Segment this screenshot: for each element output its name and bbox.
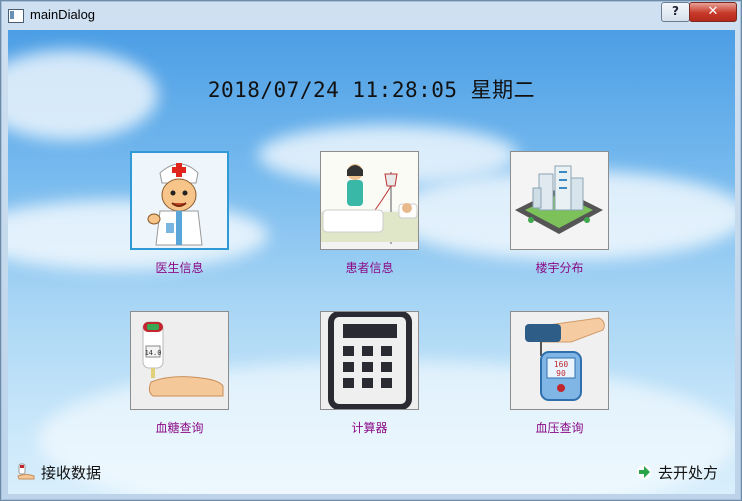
- calculator-icon: [321, 312, 418, 409]
- doctor-info-tile[interactable]: 医生信息: [130, 151, 229, 275]
- doctor-info-label: 医生信息: [155, 261, 204, 275]
- building-distribution-tile[interactable]: 楼宇分布: [510, 151, 609, 275]
- prescribe-label: 去开处方: [658, 464, 719, 482]
- building-distribution-button[interactable]: [510, 151, 609, 250]
- patient-info-tile[interactable]: 患者信息: [320, 151, 419, 275]
- glucose-reading: 14.0: [145, 349, 162, 357]
- blood-glucose-label: 血糖查询: [155, 421, 204, 435]
- main-dialog-window: mainDialog ? ✕ 2018/07/24 11:28:05 星期二 医…: [0, 0, 742, 501]
- doctor-info-button[interactable]: [130, 151, 229, 250]
- blood-pressure-label: 血压查询: [535, 421, 584, 435]
- datetime-display: 2018/07/24 11:28:05 星期二: [207, 78, 536, 102]
- building-distribution-label: 楼宇分布: [535, 261, 584, 275]
- patient-info-button[interactable]: [320, 151, 419, 250]
- receive-data-link[interactable]: 接收数据: [17, 462, 101, 485]
- patient-info-label: 患者信息: [345, 261, 394, 275]
- title-bar[interactable]: mainDialog ? ✕: [1, 1, 741, 30]
- prescribe-link[interactable]: 去开处方: [636, 462, 718, 484]
- blood-glucose-tile[interactable]: 14.0 血糖查询: [130, 311, 229, 435]
- blood-glucose-button[interactable]: 14.0: [130, 311, 229, 410]
- blood-pressure-button[interactable]: 160 90: [510, 311, 609, 410]
- help-button[interactable]: ?: [661, 2, 690, 22]
- blood-pressure-monitor-icon: 160 90: [511, 312, 608, 409]
- bp-diastolic-reading: 90: [556, 369, 566, 378]
- calculator-label: 计算器: [351, 421, 388, 435]
- close-button[interactable]: ✕: [689, 2, 737, 22]
- buildings-icon: [511, 152, 608, 249]
- calculator-tile[interactable]: 计算器: [320, 311, 419, 435]
- calculator-button[interactable]: [320, 311, 419, 410]
- blood-pressure-tile[interactable]: 160 90 血压查询: [510, 311, 609, 435]
- doctor-icon: [132, 153, 227, 248]
- window-title: mainDialog: [30, 7, 96, 22]
- receive-data-icon: [17, 463, 35, 485]
- patient-bed-icon: [321, 152, 418, 249]
- bp-systolic-reading: 160: [554, 360, 569, 369]
- receive-data-label: 接收数据: [41, 464, 102, 482]
- dialog-client-area: 2018/07/24 11:28:05 星期二 医生信息 患者信息 楼宇分布 1…: [8, 30, 735, 494]
- glucose-meter-icon: 14.0: [131, 312, 228, 409]
- app-window-icon: [8, 9, 24, 23]
- arrow-right-icon: [636, 464, 652, 484]
